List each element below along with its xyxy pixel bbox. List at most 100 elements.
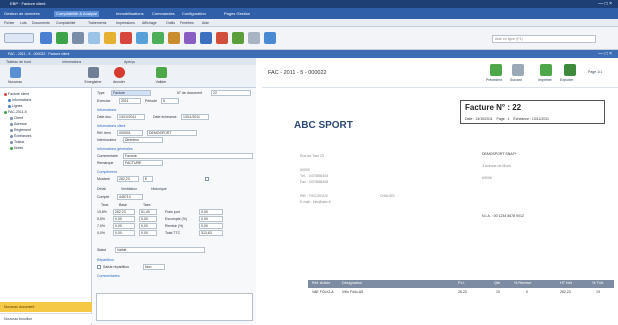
users-icon[interactable] (72, 32, 84, 44)
grid-header-rate: Taux (101, 203, 109, 207)
export-icon[interactable] (232, 32, 244, 44)
submenu-item[interactable]: Aide (202, 20, 209, 26)
subtab-ventilation[interactable]: Ventilation (121, 187, 137, 191)
export-label: Exporter (560, 78, 574, 82)
client-name-field[interactable]: DEMOSPORT (147, 130, 197, 136)
bullet-icon (10, 122, 13, 126)
new-button[interactable]: Nouveau (0, 67, 30, 84)
tree-node[interactable]: Règlement (10, 128, 31, 132)
new-document-link[interactable]: Nouveau document (0, 302, 92, 312)
print-icon[interactable] (540, 64, 552, 76)
submenu-item[interactable]: Impressions (116, 20, 135, 26)
total-field[interactable]: 313,63 (199, 230, 223, 236)
grid-tax-field[interactable]: 0,00 (139, 230, 157, 236)
col-ref: Réf. Article (312, 281, 331, 285)
menu-item-comptabilite[interactable]: Comptabilité & Analyse (54, 11, 100, 17)
type-select[interactable]: Facture (111, 90, 151, 96)
submenu-item[interactable]: Lots (20, 20, 27, 26)
tree-node[interactable]: Adresse (10, 122, 27, 126)
box-icon[interactable] (168, 32, 180, 44)
cell-vat: 19 (596, 290, 600, 294)
add-icon[interactable] (56, 32, 68, 44)
submenu-item[interactable]: Comptabilité (56, 20, 75, 26)
repartition-checkbox[interactable] (97, 265, 101, 269)
tree-node[interactable]: Lignes (8, 104, 22, 108)
menu-item-configuration[interactable]: Configuration (182, 11, 206, 17)
exercice-label: Exercice (97, 99, 111, 103)
date-field[interactable]: 13/10/2011 (117, 114, 145, 120)
shipping-field[interactable]: 0,00 (199, 209, 223, 215)
folder-icon[interactable] (104, 32, 116, 44)
document-icon[interactable] (40, 32, 52, 44)
print-icon[interactable] (200, 32, 212, 44)
window-controls[interactable]: — □ × (598, 0, 612, 8)
document-window-controls[interactable]: — □ × (598, 50, 612, 58)
grid-base-field[interactable]: 0,00 (113, 223, 135, 229)
next-icon[interactable] (512, 64, 524, 76)
vat-number: N.I.A. : 00 1234 5678 9012 (482, 214, 524, 218)
menu-item-commandes[interactable]: Commandes (152, 11, 175, 17)
tree-node[interactable]: Échéances (10, 134, 31, 138)
rebate-field[interactable]: 0,00 (199, 223, 223, 229)
chart-icon[interactable] (136, 32, 148, 44)
grid-icon[interactable] (88, 32, 100, 44)
amount-field[interactable]: 262,23 (117, 176, 139, 182)
grid-tax-field[interactable]: 0,00 (139, 223, 157, 229)
help-search-input[interactable]: Aide en ligne (F1) (492, 35, 596, 43)
client-ref-field[interactable]: 000001 (117, 130, 143, 136)
menu-item-gestion[interactable]: Gestion de données (4, 11, 40, 17)
calendar-icon[interactable] (248, 32, 260, 44)
doc-number-field[interactable]: 22 (211, 90, 251, 96)
new-draft-link[interactable]: Nouveau brouillon (0, 313, 92, 323)
mail-icon[interactable] (216, 32, 228, 44)
cancel-button[interactable]: Annuler (104, 67, 134, 84)
contact-select[interactable]: Directeur (123, 137, 163, 143)
tree-node[interactable]: Client (10, 116, 23, 120)
submenu-item[interactable]: Traitements (88, 20, 106, 26)
export-icon[interactable] (564, 64, 576, 76)
discount-field[interactable]: 0,00 (199, 216, 223, 222)
grid-base-field[interactable]: 0,00 (113, 216, 135, 222)
tree-node[interactable]: Notes (10, 146, 23, 150)
option-checkbox[interactable] (205, 177, 209, 181)
repartition-field[interactable]: Non (143, 264, 165, 270)
previous-icon[interactable] (490, 64, 502, 76)
account-field[interactable]: 445710 (117, 194, 143, 200)
tree-node[interactable]: FAC-2011-5 (4, 110, 27, 114)
alert-icon[interactable] (120, 32, 132, 44)
subtab-historique[interactable]: Historique (151, 187, 167, 191)
grid-base-field[interactable]: 262,23 (113, 209, 135, 215)
settings-icon[interactable] (184, 32, 196, 44)
due-date-field[interactable]: 13/11/2011 (181, 114, 209, 120)
submenu-item[interactable]: Fenêtres (180, 20, 194, 26)
comment-field[interactable]: Facture (123, 153, 253, 159)
comments-textarea[interactable] (96, 293, 253, 321)
currency-field[interactable]: € (143, 176, 153, 182)
period-field[interactable]: 5 (161, 98, 179, 104)
exercice-field[interactable]: 2011 (119, 98, 141, 104)
grid-cell: 5,5% (97, 217, 105, 221)
sender-line: Tél. : 0470556404 (300, 174, 329, 178)
submenu-item[interactable]: Outils (166, 20, 175, 26)
money-icon[interactable] (152, 32, 164, 44)
submenu-item[interactable]: Fichier (4, 20, 15, 26)
submenu-item[interactable]: Affichage (142, 20, 157, 26)
subtab-detail[interactable]: Détail (97, 187, 106, 191)
menu-item-pages[interactable]: Pages Gestion (224, 11, 250, 17)
submenu-item[interactable]: Documents (32, 20, 50, 26)
bullet-icon (4, 92, 7, 96)
home-icon[interactable] (4, 33, 34, 43)
status-select[interactable]: Validé (115, 247, 205, 253)
remark-field[interactable]: FACTURE (123, 160, 163, 166)
grid-tax-field[interactable]: 0,00 (139, 216, 157, 222)
bullet-icon (8, 98, 11, 102)
tree-node[interactable]: Facture client (4, 92, 29, 96)
tree-node[interactable]: Informations (8, 98, 31, 102)
grid-base-field[interactable]: 0,00 (113, 230, 135, 236)
validate-button[interactable]: Valider (146, 67, 176, 84)
document-title: FAC - 2011 - 5 - 000022 (268, 70, 327, 76)
menu-item-immobilisations[interactable]: Immobilisations (116, 11, 144, 17)
refresh-icon[interactable] (264, 32, 276, 44)
tree-node[interactable]: Totaux (10, 140, 24, 144)
grid-tax-field[interactable]: 51,40 (139, 209, 157, 215)
